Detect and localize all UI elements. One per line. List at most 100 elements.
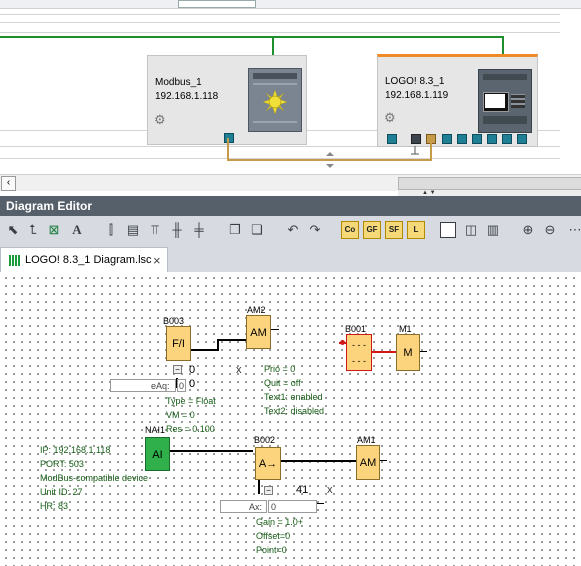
logo-device-image (478, 69, 532, 133)
more-icon[interactable]: ⋯ (566, 221, 581, 239)
align-top-icon[interactable]: ⫪ (146, 221, 164, 239)
align-center-icon[interactable]: ▤ (124, 221, 142, 239)
sf-button[interactable]: SF (385, 221, 403, 239)
param-line: ModBus-compatible device (40, 473, 149, 483)
block-am2[interactable]: AM (246, 315, 271, 349)
wire[interactable] (380, 460, 387, 461)
constants-icon[interactable]: ⊠ (45, 221, 63, 239)
connect-icon[interactable]: ⮤ (24, 221, 42, 239)
wire[interactable] (190, 349, 218, 351)
param-field-label: eAq: (151, 381, 170, 391)
param-line: Text1: enabled (264, 392, 323, 402)
param-field-value[interactable]: 0 (268, 500, 317, 513)
param-value: 41 (296, 484, 309, 496)
undo-icon[interactable]: ↶ (284, 221, 302, 239)
horizontal-scrollbar[interactable]: ‹ (0, 174, 581, 191)
l-button[interactable]: L (407, 221, 425, 239)
block-label-am2: AM2 (247, 305, 266, 315)
param-line: Res = 0.100 (166, 424, 215, 434)
wire[interactable] (316, 503, 324, 504)
block-m1[interactable]: M (396, 334, 420, 371)
param-field[interactable]: eAq: (110, 379, 176, 392)
wire[interactable] (420, 351, 427, 352)
block-label-b001: B001 (345, 324, 367, 334)
block-label-nai1: NAI1 (145, 425, 166, 435)
param-field-value-text: 0 (179, 381, 185, 391)
block-am1[interactable]: AM (356, 445, 380, 480)
co-button[interactable]: Co (341, 221, 359, 239)
modbus-device-name: Modbus_1 (155, 77, 202, 88)
collapse-icon[interactable]: − (264, 486, 273, 495)
param-line: Prio = 0 (264, 364, 296, 374)
diagram-toolbar: ⬉ ⮤ ⊠ A ⫿ ▤ ⫪ ╫ ╪ ❐ ❏ ↶ ↷ Co GF SF L ◫ ▥… (0, 216, 581, 245)
wire[interactable] (217, 339, 246, 341)
sun-icon (262, 89, 288, 115)
zoom-in-icon[interactable]: ⊕ (519, 221, 537, 239)
param-field-label: Ax: (249, 502, 263, 512)
gf-button[interactable]: GF (363, 221, 381, 239)
align-left-icon[interactable]: ⫿ (102, 221, 120, 239)
group-icon[interactable]: ❐ (226, 221, 244, 239)
select-icon[interactable]: ⬉ (4, 221, 22, 239)
block-b002[interactable]: A→ (255, 447, 281, 480)
param-field-value[interactable]: 0 (177, 379, 186, 392)
gear-icon[interactable]: ⚙ (154, 112, 166, 128)
modbus-device-image (248, 68, 302, 132)
network-toolbar (0, 0, 581, 9)
block-b001[interactable]: - - - - - - (346, 334, 372, 371)
text-icon[interactable]: A (68, 221, 86, 239)
scroll-left-button[interactable]: ‹ (1, 176, 16, 191)
param-close-icon[interactable]: x (327, 484, 333, 496)
redo-icon[interactable]: ↷ (306, 221, 324, 239)
param-line: HR: 83 (40, 501, 69, 511)
param-close-icon[interactable]: x (236, 364, 242, 376)
param-line: Quit = off (264, 378, 301, 388)
wire[interactable] (169, 450, 253, 452)
modbus-device[interactable]: Modbus_1 192.168.1.118 ⚙ (147, 55, 307, 145)
tab-label: LOGO! 8.3_1 Diagram.lsc (25, 254, 152, 266)
single-view-icon[interactable] (440, 222, 456, 238)
network-dropdown[interactable] (178, 0, 256, 8)
param-line: VM = 0 (166, 410, 195, 420)
tab-diagram[interactable]: LOGO! 8.3_1 Diagram.lsc × (0, 247, 168, 272)
block-nai1[interactable]: AI (145, 437, 170, 471)
block-label-b003: B003 (163, 316, 185, 326)
split-vertical-icon[interactable]: ◫ (462, 221, 480, 239)
logo-device-name: LOGO! 8.3_1 (385, 76, 445, 87)
ungroup-icon[interactable]: ❏ (248, 221, 266, 239)
param-line: Gain = 1.0+ (256, 517, 304, 527)
block-label-b002: B002 (254, 435, 276, 445)
diagram-canvas[interactable]: B003 F/I AM2 AM B001 - - - - - - M1 M − … (0, 272, 581, 566)
align-bottom-icon[interactable]: ╪ (190, 221, 208, 239)
block-b003[interactable]: F/I (166, 326, 191, 361)
wire[interactable] (271, 329, 279, 330)
param-value-text: 0 (189, 378, 196, 390)
device-connection (227, 138, 432, 168)
split-three-icon[interactable]: ▥ (484, 221, 502, 239)
logo-device-ip: 192.168.1.119 (385, 90, 449, 101)
param-line: Offset=0 (256, 531, 291, 541)
param-line: Text2: disabled (264, 406, 325, 416)
diagram-icon (9, 255, 21, 266)
block-label-m1: M1 (399, 324, 412, 334)
wire[interactable] (258, 480, 260, 494)
logo-device[interactable]: LOGO! 8.3_1 192.168.1.119 ⚙ (377, 54, 538, 147)
param-line: PORT: 503 (40, 459, 84, 469)
zoom-out-icon[interactable]: ⊖ (541, 221, 559, 239)
collapse-icon[interactable]: − (173, 365, 182, 374)
wire-red[interactable] (372, 351, 396, 353)
param-line: IP: 192.168.1.118 (40, 445, 111, 455)
modbus-device-ip: 192.168.1.118 (155, 91, 219, 102)
input-connector[interactable] (340, 340, 345, 345)
gear-icon[interactable]: ⚙ (384, 110, 396, 126)
param-line: Unit ID: 27 (40, 487, 83, 497)
param-line: Point=0 (256, 545, 287, 555)
wire[interactable] (281, 460, 356, 462)
align-middle-icon[interactable]: ╫ (168, 221, 186, 239)
param-field[interactable]: Ax: (220, 500, 267, 513)
scrollbar-thumb[interactable] (398, 177, 581, 190)
param-field-value-text: 0 (271, 502, 277, 512)
param-line: Type = Float (166, 396, 216, 406)
tab-close-icon[interactable]: × (153, 248, 161, 273)
block-label-am1: AM1 (357, 435, 376, 445)
